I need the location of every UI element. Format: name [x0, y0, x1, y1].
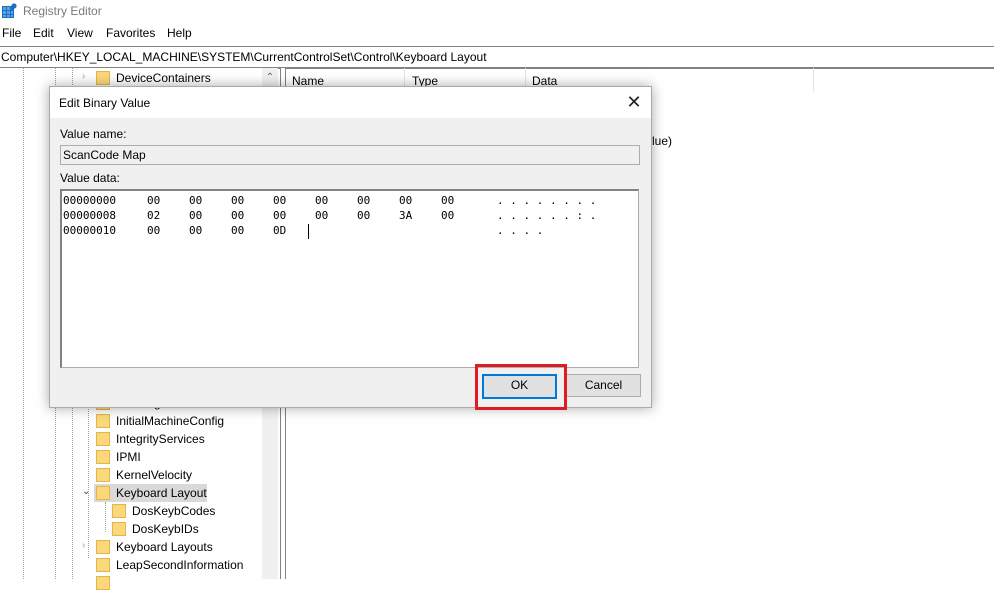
- close-icon[interactable]: ✕: [617, 87, 651, 118]
- folder-icon: [112, 504, 126, 518]
- title-bar: Registry Editor: [0, 0, 994, 22]
- tree-guide-line: [105, 502, 106, 532]
- hex-byte[interactable]: 00: [189, 224, 202, 237]
- hex-byte[interactable]: 00: [441, 194, 454, 207]
- value-name-field: ScanCode Map: [60, 145, 640, 165]
- dialog-title: Edit Binary Value: [59, 96, 151, 110]
- hex-byte[interactable]: 00: [315, 194, 328, 207]
- folder-icon: [96, 558, 110, 572]
- value-name-text: ScanCode Map: [63, 148, 146, 162]
- dialog-title-bar[interactable]: Edit Binary Value ✕: [50, 87, 651, 118]
- list-row-data-fragment: lue): [652, 134, 673, 148]
- window-title: Registry Editor: [23, 4, 102, 18]
- ok-button-annotation-highlight: [475, 364, 567, 410]
- chevron-right-icon[interactable]: ›: [82, 72, 92, 82]
- chevron-right-icon[interactable]: ›: [82, 541, 92, 551]
- address-path[interactable]: Computer\HKEY_LOCAL_MACHINE\SYSTEM\Curre…: [1, 50, 487, 64]
- hex-byte[interactable]: 00: [231, 209, 244, 222]
- hex-byte[interactable]: 00: [441, 209, 454, 222]
- folder-icon: [96, 540, 110, 554]
- regedit-icon: [2, 3, 17, 18]
- column-divider[interactable]: [813, 68, 814, 92]
- menu-favorites[interactable]: Favorites: [106, 26, 155, 40]
- scroll-up-arrow-icon[interactable]: ⌃: [262, 70, 278, 86]
- folder-icon: [96, 468, 110, 482]
- folder-icon: [112, 522, 126, 536]
- folder-icon: [96, 486, 110, 500]
- hex-byte[interactable]: 00: [189, 209, 202, 222]
- menu-help[interactable]: Help: [167, 26, 192, 40]
- menu-edit[interactable]: Edit: [33, 26, 54, 40]
- hex-offset: 00000000: [63, 194, 116, 207]
- hex-byte[interactable]: 02: [147, 209, 160, 222]
- value-name-label: Value name:: [60, 127, 127, 141]
- hex-byte[interactable]: 00: [399, 194, 412, 207]
- hex-byte[interactable]: 00: [357, 209, 370, 222]
- hex-byte[interactable]: 00: [231, 194, 244, 207]
- menu-file[interactable]: File: [2, 26, 21, 40]
- edit-binary-value-dialog: Edit Binary Value ✕ Value name: ScanCode…: [49, 86, 652, 408]
- folder-icon: [96, 414, 110, 428]
- tree-guide-line: [23, 68, 24, 579]
- hex-byte[interactable]: 00: [273, 209, 286, 222]
- address-bar[interactable]: Computer\HKEY_LOCAL_MACHINE\SYSTEM\Curre…: [0, 46, 994, 69]
- tree-guide-line: [88, 398, 89, 558]
- hex-offset: 00000010: [63, 224, 116, 237]
- hex-offset: 00000008: [63, 209, 116, 222]
- hex-byte[interactable]: 00: [357, 194, 370, 207]
- hex-byte[interactable]: 00: [189, 194, 202, 207]
- menu-view[interactable]: View: [67, 26, 93, 40]
- hex-byte[interactable]: 00: [231, 224, 244, 237]
- hex-byte[interactable]: 00: [147, 224, 160, 237]
- folder-icon: [96, 432, 110, 446]
- hex-byte[interactable]: 00: [147, 194, 160, 207]
- folder-icon: [96, 576, 110, 590]
- value-data-hex-editor[interactable]: 00000000 00 00 00 00 00 00 00 00 . . . .…: [60, 189, 639, 368]
- hex-byte[interactable]: 00: [315, 209, 328, 222]
- text-caret: [308, 224, 309, 239]
- chevron-down-icon[interactable]: ⌄: [82, 487, 92, 497]
- hex-byte[interactable]: 00: [273, 194, 286, 207]
- hex-ascii: . . . .: [497, 224, 544, 237]
- cancel-button[interactable]: Cancel: [566, 374, 641, 397]
- hex-ascii: . . . . . . . .: [497, 194, 597, 207]
- folder-icon: [96, 450, 110, 464]
- folder-icon: [96, 71, 110, 85]
- hex-byte[interactable]: 0D: [273, 224, 286, 237]
- value-data-label: Value data:: [60, 171, 120, 185]
- hex-byte[interactable]: 3A: [399, 209, 412, 222]
- hex-ascii: . . . . . . : .: [497, 209, 597, 222]
